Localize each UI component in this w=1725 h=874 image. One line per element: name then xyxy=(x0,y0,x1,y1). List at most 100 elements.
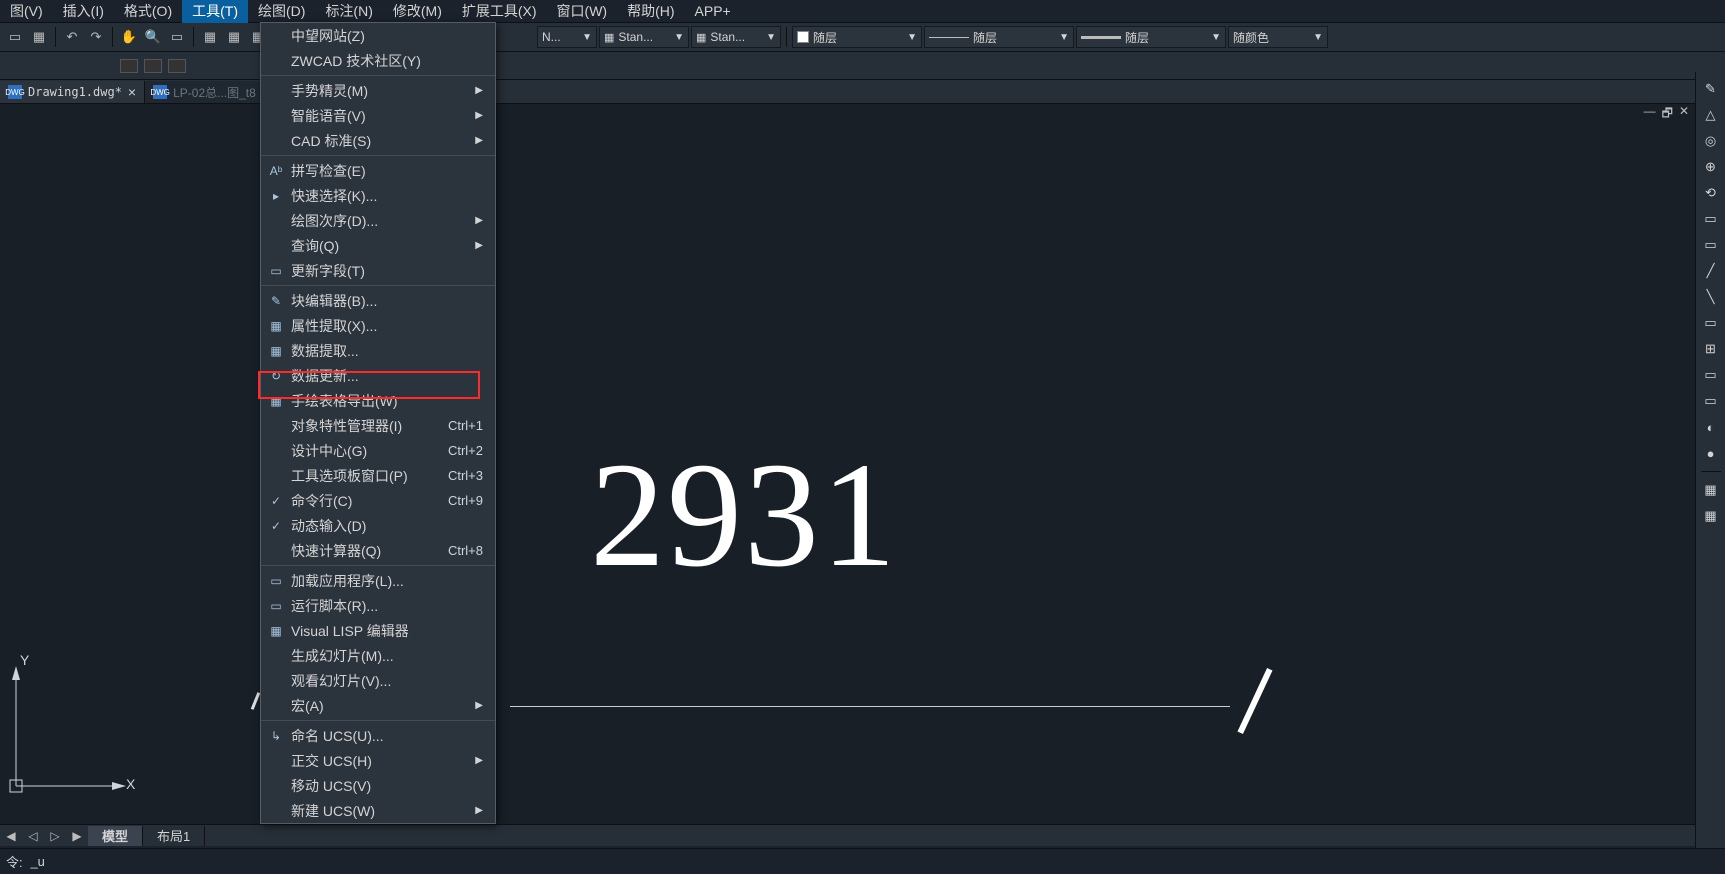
menu-help[interactable]: 帮助(H) xyxy=(617,0,684,23)
menu-item-accelerator: Ctrl+8 xyxy=(448,543,483,558)
tool-icon[interactable]: ◐ xyxy=(1700,416,1722,438)
menu-tools[interactable]: 工具(T) xyxy=(182,0,248,23)
menu-item[interactable]: 工具选项板窗口(P)Ctrl+3 xyxy=(261,463,495,488)
menu-item[interactable]: ✎块编辑器(B)... xyxy=(261,288,495,313)
dropdown-layer-color[interactable]: 随层▼ xyxy=(792,26,922,48)
nav-next-icon[interactable]: ▷ xyxy=(44,826,66,846)
canvas[interactable]: — 🗗 ✕ 2931 Y X xyxy=(0,104,1695,824)
tool-icon[interactable]: ╲ xyxy=(1700,286,1722,308)
chevron-down-icon: ▼ xyxy=(582,32,592,43)
menu-item[interactable]: 绘图次序(D)...▶ xyxy=(261,208,495,233)
tool-icon[interactable]: ▭ xyxy=(1700,312,1722,334)
tool-icon[interactable]: ● xyxy=(1700,442,1722,464)
pan-icon[interactable]: ✋ xyxy=(118,26,140,48)
menu-item[interactable]: ↻数据更新... xyxy=(261,363,495,388)
menu-format[interactable]: 格式(O) xyxy=(114,0,182,23)
toolbar-icon[interactable]: ▭ xyxy=(4,26,26,48)
menu-item[interactable]: 手势精灵(M)▶ xyxy=(261,78,495,103)
menu-item-accelerator: Ctrl+2 xyxy=(448,443,483,458)
tool-icon[interactable]: ▭ xyxy=(1700,390,1722,412)
menu-draw[interactable]: 绘图(D) xyxy=(248,0,315,23)
dropdown-dimstyle[interactable]: ▦Stan...▼ xyxy=(691,26,781,48)
menu-item[interactable]: Aᵇ拼写检查(E) xyxy=(261,158,495,183)
document-tab[interactable]: DWG LP-02总...图_t8 xyxy=(145,81,265,103)
menu-window[interactable]: 窗口(W) xyxy=(547,0,618,23)
dropdown-linetype[interactable]: 随层▼ xyxy=(924,26,1074,48)
menu-item[interactable]: 宏(A)▶ xyxy=(261,693,495,718)
menu-item[interactable]: 查询(Q)▶ xyxy=(261,233,495,258)
close-icon[interactable]: ✕ xyxy=(1679,104,1689,125)
nav-prev-icon[interactable]: ◁ xyxy=(22,826,44,846)
menu-app[interactable]: APP+ xyxy=(685,1,741,21)
toolbar-icon[interactable]: ▭ xyxy=(166,26,188,48)
tool-icon[interactable]: ▭ xyxy=(1700,208,1722,230)
undo-icon[interactable]: ↶ xyxy=(61,26,83,48)
tool-icon[interactable]: △ xyxy=(1700,104,1722,126)
menu-item[interactable]: 正交 UCS(H)▶ xyxy=(261,748,495,773)
tool-icon[interactable]: ▭ xyxy=(1700,364,1722,386)
menu-item[interactable]: 观看幻灯片(V)... xyxy=(261,668,495,693)
drawing-area[interactable]: — 🗗 ✕ 2931 Y X xyxy=(0,104,1695,824)
command-line[interactable]: 令: _u xyxy=(0,848,1725,874)
menu-item[interactable]: ▦属性提取(X)... xyxy=(261,313,495,338)
tool-icon[interactable]: ⊞ xyxy=(1700,338,1722,360)
menu-item[interactable]: ▭加载应用程序(L)... xyxy=(261,568,495,593)
nav-last-icon[interactable]: ▶ xyxy=(66,826,88,846)
document-tab[interactable]: DWG Drawing1.dwg* × xyxy=(0,81,145,103)
menu-item[interactable]: ▦手绘表格导出(W) xyxy=(261,388,495,413)
menu-item[interactable]: ZWCAD 技术社区(Y) xyxy=(261,48,495,73)
menu-item[interactable]: ▦Visual LISP 编辑器 xyxy=(261,618,495,643)
secbar-icon[interactable] xyxy=(144,59,162,73)
tab-layout1[interactable]: 布局1 xyxy=(143,826,205,846)
tool-icon[interactable]: ⟲ xyxy=(1700,182,1722,204)
menu-insert[interactable]: 插入(I) xyxy=(53,0,114,23)
tool-icon[interactable]: ◎ xyxy=(1700,130,1722,152)
minimize-icon[interactable]: — xyxy=(1644,104,1656,125)
menu-item[interactable]: 设计中心(G)Ctrl+2 xyxy=(261,438,495,463)
dropdown-plotcolor[interactable]: 随颜色▼ xyxy=(1228,26,1328,48)
menu-item[interactable]: 新建 UCS(W)▶ xyxy=(261,798,495,823)
menu-dim[interactable]: 标注(N) xyxy=(315,0,382,23)
submenu-arrow-icon: ▶ xyxy=(475,755,483,766)
toolbar-icon[interactable]: ▦ xyxy=(199,26,221,48)
toolbar-icon[interactable]: ▦ xyxy=(223,26,245,48)
zoom-icon[interactable]: 🔍 xyxy=(142,26,164,48)
menu-item[interactable]: ✓动态输入(D) xyxy=(261,513,495,538)
dropdown-textstyle[interactable]: ▦Stan...▼ xyxy=(599,26,689,48)
menu-view[interactable]: 图(V) xyxy=(0,0,53,23)
secbar-icon[interactable] xyxy=(168,59,186,73)
dropdown-n[interactable]: N...▼ xyxy=(537,26,597,48)
menu-item[interactable]: 生成幻灯片(M)... xyxy=(261,643,495,668)
menu-item[interactable]: ✓命令行(C)Ctrl+9 xyxy=(261,488,495,513)
lineweight-icon xyxy=(1081,36,1121,39)
menu-item[interactable]: 中望网站(Z) xyxy=(261,23,495,48)
menu-item[interactable]: 智能语音(V)▶ xyxy=(261,103,495,128)
drawing-text: 2931 xyxy=(590,429,898,601)
menu-item[interactable]: ▦数据提取... xyxy=(261,338,495,363)
maximize-icon[interactable]: 🗗 xyxy=(1662,104,1673,125)
secbar-icon[interactable] xyxy=(120,59,138,73)
tool-icon[interactable]: ✎ xyxy=(1700,78,1722,100)
toolbar-icon[interactable]: ▦ xyxy=(28,26,50,48)
tool-icon[interactable]: ▦ xyxy=(1700,479,1722,501)
menu-item[interactable]: 快速计算器(Q)Ctrl+8 xyxy=(261,538,495,563)
redo-icon[interactable]: ↷ xyxy=(85,26,107,48)
menu-item[interactable]: ▸快速选择(K)... xyxy=(261,183,495,208)
menu-item[interactable]: 对象特性管理器(I)Ctrl+1 xyxy=(261,413,495,438)
tool-icon[interactable]: ╱ xyxy=(1700,260,1722,282)
dropdown-lineweight[interactable]: 随层▼ xyxy=(1076,26,1226,48)
tool-icon[interactable]: ▭ xyxy=(1700,234,1722,256)
close-icon[interactable]: × xyxy=(128,84,136,100)
menu-item[interactable]: 移动 UCS(V) xyxy=(261,773,495,798)
menu-item[interactable]: ▭更新字段(T) xyxy=(261,258,495,283)
menu-modify[interactable]: 修改(M) xyxy=(383,0,452,23)
menu-item[interactable]: ↳命名 UCS(U)... xyxy=(261,723,495,748)
menu-ext[interactable]: 扩展工具(X) xyxy=(452,0,547,23)
tool-icon[interactable]: ⊕ xyxy=(1700,156,1722,178)
submenu-arrow-icon: ▶ xyxy=(475,135,483,146)
menu-item[interactable]: ▭运行脚本(R)... xyxy=(261,593,495,618)
tab-model[interactable]: 模型 xyxy=(88,826,143,846)
tool-icon[interactable]: ▦ xyxy=(1700,505,1722,527)
nav-first-icon[interactable]: ◀ xyxy=(0,826,22,846)
menu-item[interactable]: CAD 标准(S)▶ xyxy=(261,128,495,153)
